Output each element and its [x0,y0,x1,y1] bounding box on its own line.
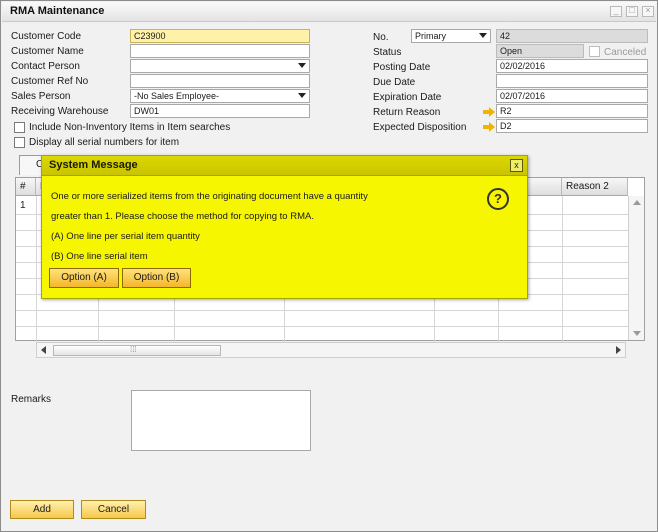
minimize-button[interactable]: _ [610,5,622,17]
sales-person-dropdown[interactable]: -No Sales Employee- [130,89,310,103]
series-dropdown[interactable]: Primary [411,29,491,43]
customer-code-field[interactable]: C23900 [130,29,310,43]
window-title: RMA Maintenance [10,5,105,17]
tab-contents[interactable]: C [19,155,43,175]
return-reason-field[interactable]: R2 [496,104,648,118]
scroll-right-icon[interactable] [616,346,621,354]
customer-name-field[interactable] [130,44,310,58]
customer-name-label: Customer Name [11,46,84,57]
maximize-button[interactable]: □ [626,5,638,17]
return-reason-label: Return Reason [373,107,441,118]
contact-person-dropdown[interactable] [130,59,310,73]
posting-date-field[interactable]: 02/02/2016 [496,59,648,73]
question-icon: ? [487,188,509,210]
serials-label: Display all serial numbers for item [29,137,180,148]
due-date-field[interactable] [496,74,648,88]
expiration-date-field[interactable]: 02/07/2016 [496,89,648,103]
scroll-left-icon[interactable] [41,346,46,354]
canceled-label: Canceled [604,47,647,58]
option-a-button[interactable]: Option (A) [49,268,119,288]
remarks-label: Remarks [11,394,52,405]
option-b-button[interactable]: Option (B) [122,268,191,288]
canceled-checkbox[interactable] [589,46,600,57]
no-label: No. [373,32,389,43]
receiving-warehouse-label: Receiving Warehouse [11,106,109,117]
expected-disposition-field[interactable]: D2 [496,119,648,133]
close-button[interactable]: × [642,5,654,17]
title-bar: RMA Maintenance _ □ × [2,2,656,22]
scroll-thumb[interactable]: ⁞⁞⁞ [53,345,221,356]
receiving-warehouse-field[interactable]: DW01 [130,104,310,118]
dialog-message-line: One or more serialized items from the or… [51,191,368,202]
status-label: Status [373,47,402,58]
customer-ref-label: Customer Ref No [11,76,89,87]
contact-person-label: Contact Person [11,61,80,72]
serials-checkbox[interactable] [14,137,25,148]
sales-person-label: Sales Person [11,91,71,102]
dialog-message-line: greater than 1. Please choose the method… [51,211,314,222]
system-message-dialog: System Message x One or more serialized … [41,155,528,299]
chevron-down-icon [479,33,487,38]
cancel-button[interactable]: Cancel [81,500,146,519]
grid-vertical-scrollbar[interactable] [628,196,644,340]
customer-code-label: Customer Code [11,31,82,42]
customer-ref-field[interactable] [130,74,310,88]
rma-window: RMA Maintenance _ □ × Customer Code C239… [0,0,658,532]
doc-number-field[interactable]: 42 [496,29,648,43]
dialog-message-line: (A) One line per serial item quantity [51,231,200,242]
dialog-title-bar: System Message x [42,156,527,176]
grid-horizontal-scrollbar[interactable]: ⁞⁞⁞ [36,342,626,358]
expiration-date-label: Expiration Date [373,92,442,103]
remarks-field[interactable] [131,390,311,451]
dialog-title: System Message [49,159,138,171]
add-button[interactable]: Add [10,500,74,519]
col-header-num[interactable]: # [16,178,36,196]
posting-date-label: Posting Date [373,62,431,73]
chevron-down-icon [298,93,306,98]
link-arrow-icon[interactable] [483,107,495,117]
link-arrow-icon[interactable] [483,122,495,132]
due-date-label: Due Date [373,77,416,88]
non-inventory-label: Include Non-Inventory Items in Item sear… [29,122,231,133]
dialog-message-line: (B) One line serial item [51,251,148,262]
status-field: Open [496,44,584,58]
scroll-up-icon[interactable] [633,200,641,205]
chevron-down-icon [298,63,306,68]
scroll-down-icon[interactable] [633,331,641,336]
dialog-close-button[interactable]: x [510,159,523,172]
expected-disposition-label: Expected Disposition [373,122,467,133]
non-inventory-checkbox[interactable] [14,122,25,133]
col-header-reason2[interactable]: Reason 2 [562,178,628,196]
row-number: 1 [20,200,26,211]
